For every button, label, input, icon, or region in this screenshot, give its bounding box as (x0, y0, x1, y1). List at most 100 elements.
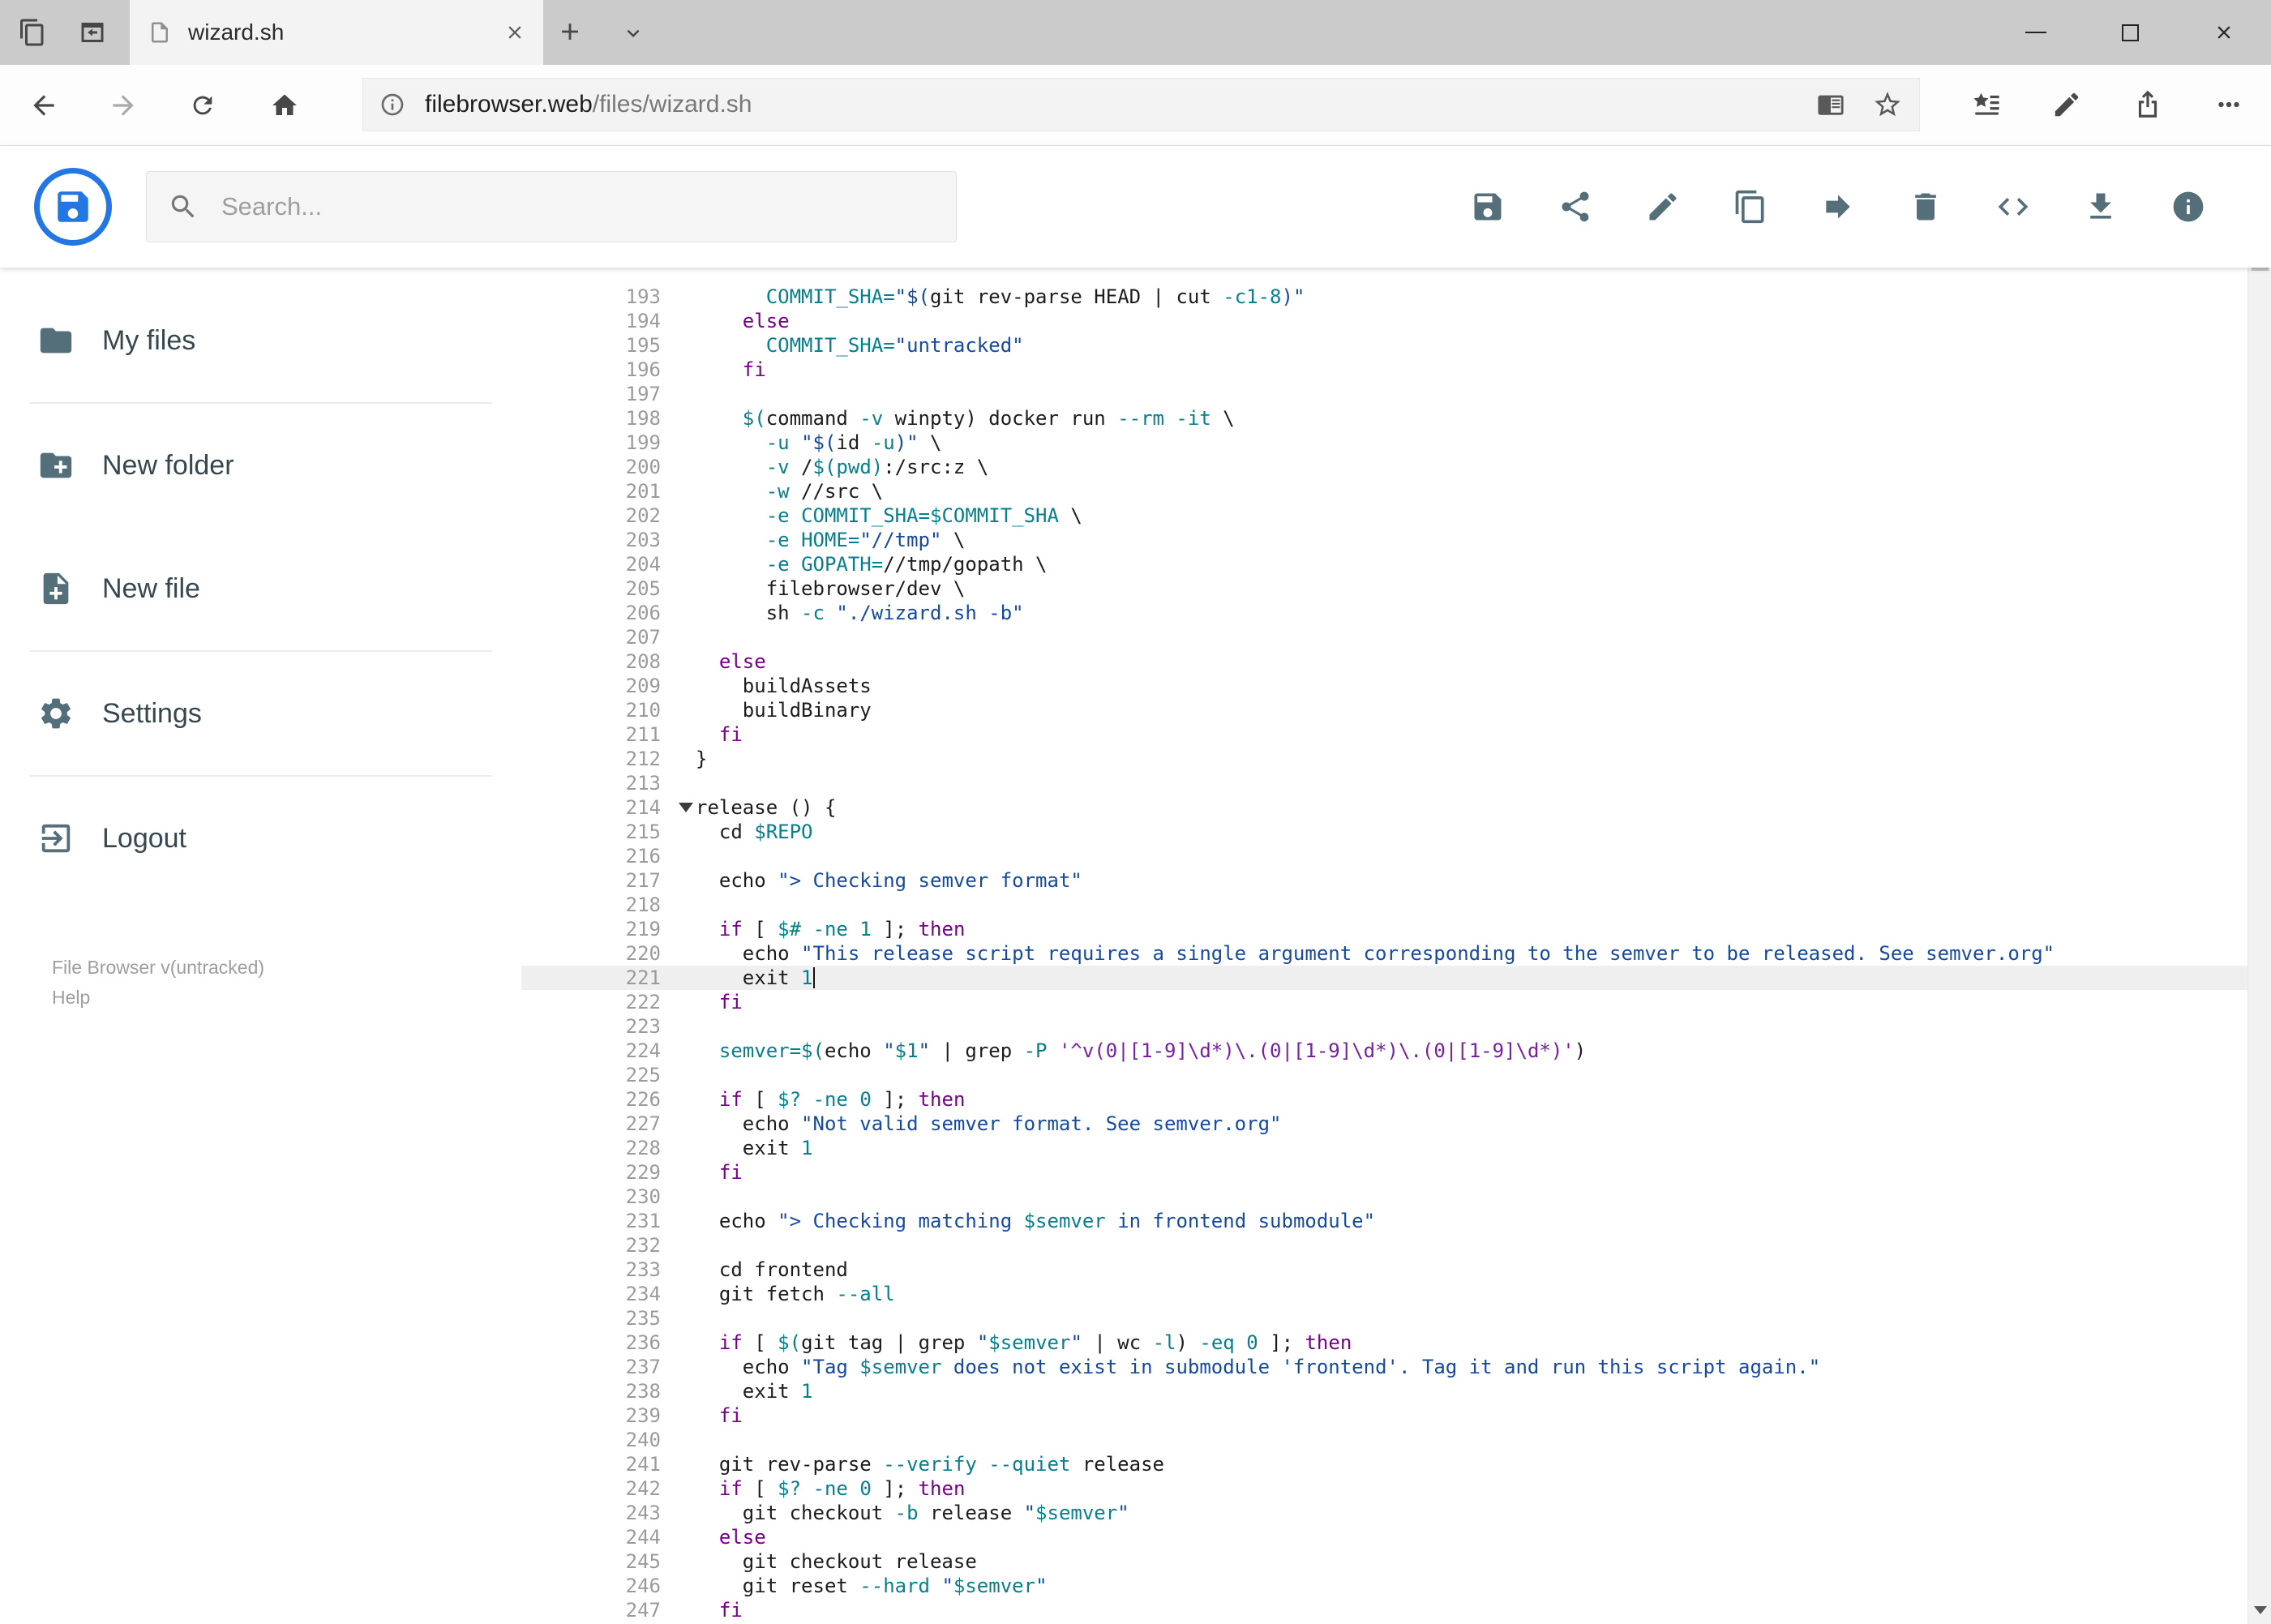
sidebar-item-my-files[interactable]: My files (0, 295, 521, 386)
code-text: else (718, 650, 766, 673)
sidebar-item-logout[interactable]: Logout (0, 793, 521, 884)
code-line-195: 195 COMMIT_SHA="untracked" (521, 333, 2247, 358)
code-text: semver=$(echo "$1" | grep -P '^v(0|[1-9]… (718, 1039, 1587, 1062)
sidebar-item-label: Settings (102, 697, 202, 729)
code-text: git checkout release (696, 1550, 977, 1573)
scrollbar-down-icon[interactable] (2248, 1598, 2271, 1622)
code-text: exit 1 (696, 966, 815, 989)
code-text: sh -c "./wizard.sh -b" (696, 602, 1024, 624)
code-line-198: 198 $(command -v winpty) docker run --rm… (521, 406, 2247, 431)
line-number: 193 (625, 285, 661, 308)
delete-button[interactable] (1908, 189, 1943, 225)
app-logo[interactable] (34, 168, 112, 246)
code-line-207: 207 (521, 625, 2247, 649)
share-page-icon[interactable] (2132, 89, 2163, 120)
line-number: 209 (625, 675, 661, 697)
line-number: 200 (625, 456, 661, 478)
code-line-226: 226 if [ $? -ne 0 ]; then (521, 1087, 2247, 1112)
more-menu-icon[interactable] (2213, 89, 2244, 120)
new-tab-button[interactable] (556, 18, 584, 45)
back-button[interactable] (28, 90, 59, 121)
page-info-icon[interactable] (379, 92, 405, 118)
code-editor[interactable]: 193 COMMIT_SHA="$(git rev-parse HEAD | c… (521, 268, 2247, 1624)
code-line-212: 212} (521, 747, 2247, 771)
forward-button[interactable] (108, 90, 139, 121)
favorite-star-icon[interactable] (1872, 89, 1903, 120)
code-line-242: 242 if [ $? -ne 0 ]; then (521, 1476, 2247, 1501)
maximize-icon (2121, 24, 2139, 41)
line-number: 227 (625, 1112, 661, 1135)
code-line-196: 196 fi (521, 358, 2247, 382)
save-button[interactable] (1470, 189, 1506, 225)
code-line-234: 234 git fetch --all (521, 1282, 2247, 1306)
info-button[interactable] (2170, 189, 2206, 225)
line-number: 219 (625, 918, 661, 941)
address-bar[interactable]: filebrowser.web/files/wizard.sh (362, 78, 1920, 131)
line-number: 226 (625, 1088, 661, 1111)
search-input[interactable]: Search... (146, 171, 957, 242)
code-line-247: 247 fi (521, 1598, 2247, 1622)
code-text: fi (718, 1161, 743, 1184)
line-number: 242 (625, 1477, 661, 1500)
fold-marker-icon[interactable] (679, 803, 693, 812)
code-line-203: 203 -e HOME="//tmp" \ (521, 528, 2247, 552)
minimize-button[interactable] (1989, 0, 2083, 65)
line-number: 233 (625, 1258, 661, 1281)
copy-icon (1735, 190, 1764, 224)
code-line-210: 210 buildBinary (521, 698, 2247, 722)
line-number: 194 (625, 310, 661, 332)
sidebar-items: My files New folder New file Settings Logout (0, 295, 521, 884)
code-text: buildAssets (696, 675, 872, 697)
line-number: 195 (625, 334, 661, 357)
browser-tab[interactable]: wizard.sh (130, 0, 543, 65)
line-number: 234 (625, 1283, 661, 1305)
help-link[interactable]: Help (52, 983, 264, 1013)
header-actions (1470, 146, 2206, 268)
set-tabs-aside-icon[interactable] (78, 18, 107, 47)
code-text: -v /$(pwd):/src:z \ (765, 456, 989, 478)
code-text: cd frontend (696, 1258, 848, 1281)
sidebar-item-new-file[interactable]: New file (0, 543, 521, 634)
code-text: git fetch --all (696, 1283, 895, 1305)
info-icon (2173, 191, 2204, 222)
web-note-pen-icon[interactable] (2051, 89, 2082, 120)
tab-list-chevron-icon[interactable] (621, 21, 645, 45)
line-number: 228 (625, 1137, 661, 1159)
page-scrollbar[interactable] (2247, 146, 2271, 1624)
code-text: echo "This release script requires a sin… (696, 942, 2055, 965)
code-text: if [ $# -ne 1 ]; then (718, 918, 966, 941)
code-line-202: 202 -e COMMIT_SHA=$COMMIT_SHA \ (521, 503, 2247, 528)
refresh-button[interactable] (189, 90, 216, 119)
sidebar-divider (29, 402, 492, 404)
source-code-button[interactable] (1995, 189, 2031, 225)
code-line-245: 245 git checkout release (521, 1549, 2247, 1574)
maximize-button[interactable] (2083, 0, 2177, 65)
code-line-211: 211 fi (521, 722, 2247, 747)
line-number: 207 (625, 626, 661, 649)
close-button[interactable] (2177, 0, 2271, 65)
code-text: else (718, 1526, 766, 1549)
line-number: 225 (625, 1064, 661, 1086)
code-text: fi (718, 723, 743, 746)
line-number: 198 (625, 407, 661, 430)
line-number: 231 (625, 1210, 661, 1232)
tab-close-icon[interactable] (504, 22, 525, 43)
line-number: 210 (625, 699, 661, 722)
tab-preview-icon[interactable] (18, 18, 47, 47)
home-button[interactable] (270, 90, 299, 120)
move-button[interactable] (1820, 189, 1856, 225)
close-icon (2217, 26, 2230, 39)
copy-button[interactable] (1733, 189, 1768, 225)
sidebar-item-settings[interactable]: Settings (0, 668, 521, 759)
download-button[interactable] (2083, 189, 2119, 225)
code-line-244: 244 else (521, 1525, 2247, 1549)
code-text: -e COMMIT_SHA=$COMMIT_SHA \ (765, 504, 1082, 527)
rename-button[interactable] (1645, 189, 1681, 225)
line-number: 239 (625, 1404, 661, 1427)
sidebar-item-new-folder[interactable]: New folder (0, 420, 521, 511)
reading-view-icon[interactable] (1817, 91, 1845, 118)
favorites-hub-icon[interactable] (1970, 89, 2001, 120)
line-number: 230 (625, 1185, 661, 1208)
share-button[interactable] (1558, 189, 1593, 225)
line-number: 202 (625, 504, 661, 527)
